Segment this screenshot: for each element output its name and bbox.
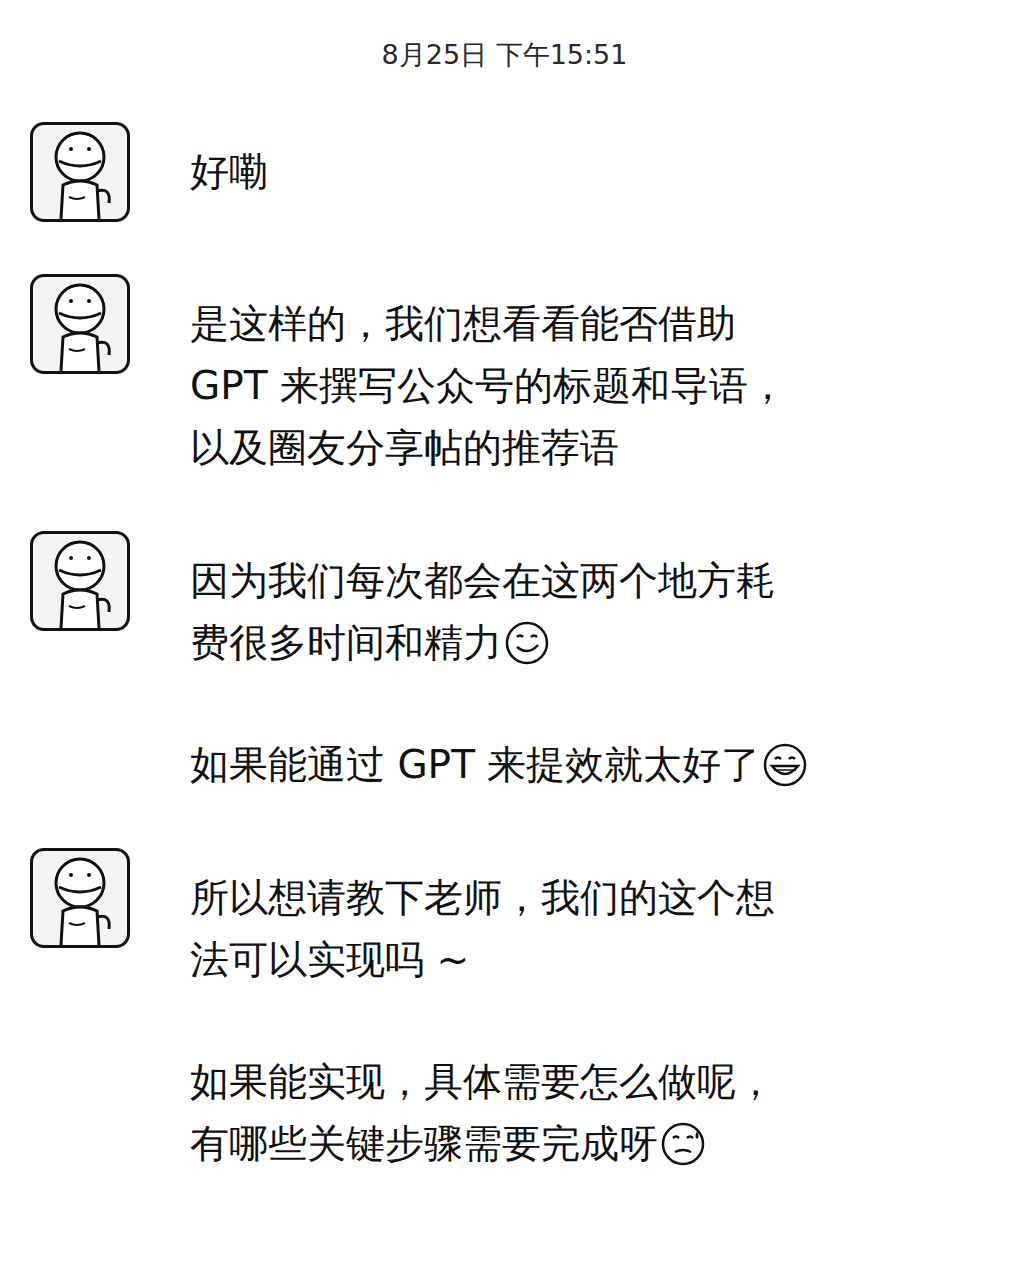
message-row: 因为我们每次都会在这两个地方耗费很多时间和精力如果能通过 GPT 来提效就太好了 bbox=[0, 531, 1009, 796]
cartoon-avatar-icon bbox=[37, 536, 123, 628]
message-paragraph: 所以想请教下老师，我们的这个想法可以实现吗 ~ bbox=[190, 867, 775, 991]
message-body: 是这样的，我们想看看能否借助GPT 来撰写公众号的标题和导语，以及圈友分享帖的推… bbox=[190, 274, 787, 479]
message-body: 好嘞 bbox=[190, 122, 268, 203]
message-row: 所以想请教下老师，我们的这个想法可以实现吗 ~ 如果能实现，具体需要怎么做呢，有哪… bbox=[0, 848, 1009, 1175]
message-line: 以及圈友分享帖的推荐语 bbox=[190, 417, 787, 479]
chat-page: 8月25日 下午15:51 好嘞是这样的，我们想看看能否借助GPT 来撰写公众号的… bbox=[0, 0, 1009, 1280]
sweat-face-icon bbox=[660, 1121, 706, 1167]
smirk-face-icon bbox=[504, 620, 550, 666]
message-body: 因为我们每次都会在这两个地方耗费很多时间和精力如果能通过 GPT 来提效就太好了 bbox=[190, 531, 808, 796]
message-line: 有哪些关键步骤需要完成呀 bbox=[190, 1113, 775, 1175]
cartoon-avatar-icon bbox=[37, 853, 123, 945]
avatar[interactable] bbox=[30, 531, 130, 631]
avatar[interactable] bbox=[30, 122, 130, 222]
message-paragraph: 是这样的，我们想看看能否借助GPT 来撰写公众号的标题和导语，以及圈友分享帖的推… bbox=[190, 293, 787, 479]
message-line: 法可以实现吗 ~ bbox=[190, 929, 775, 991]
message-line: 因为我们每次都会在这两个地方耗 bbox=[190, 550, 808, 612]
message-line: GPT 来撰写公众号的标题和导语， bbox=[190, 355, 787, 417]
message-paragraph: 好嘞 bbox=[190, 141, 268, 203]
message-line: 是这样的，我们想看看能否借助 bbox=[190, 293, 787, 355]
message-line: 如果能通过 GPT 来提效就太好了 bbox=[190, 734, 808, 796]
message-paragraph: 如果能通过 GPT 来提效就太好了 bbox=[190, 734, 808, 796]
message-row: 好嘞 bbox=[0, 122, 1009, 222]
message-list: 好嘞是这样的，我们想看看能否借助GPT 来撰写公众号的标题和导语，以及圈友分享帖… bbox=[0, 122, 1009, 1175]
message-paragraph: 因为我们每次都会在这两个地方耗费很多时间和精力 bbox=[190, 550, 808, 674]
message-row: 是这样的，我们想看看能否借助GPT 来撰写公众号的标题和导语，以及圈友分享帖的推… bbox=[0, 274, 1009, 479]
cartoon-avatar-icon bbox=[37, 279, 123, 371]
message-line: 所以想请教下老师，我们的这个想 bbox=[190, 867, 775, 929]
message-line: 费很多时间和精力 bbox=[190, 612, 808, 674]
message-paragraph: 如果能实现，具体需要怎么做呢，有哪些关键步骤需要完成呀 bbox=[190, 1051, 775, 1175]
cartoon-avatar-icon bbox=[37, 127, 123, 219]
message-body: 所以想请教下老师，我们的这个想法可以实现吗 ~ 如果能实现，具体需要怎么做呢，有哪… bbox=[190, 848, 775, 1175]
avatar[interactable] bbox=[30, 274, 130, 374]
message-line: 如果能实现，具体需要怎么做呢， bbox=[190, 1051, 775, 1113]
grin-face-icon bbox=[762, 742, 808, 788]
message-line: 好嘞 bbox=[190, 141, 268, 203]
avatar[interactable] bbox=[30, 848, 130, 948]
timestamp: 8月25日 下午15:51 bbox=[0, 36, 1009, 74]
